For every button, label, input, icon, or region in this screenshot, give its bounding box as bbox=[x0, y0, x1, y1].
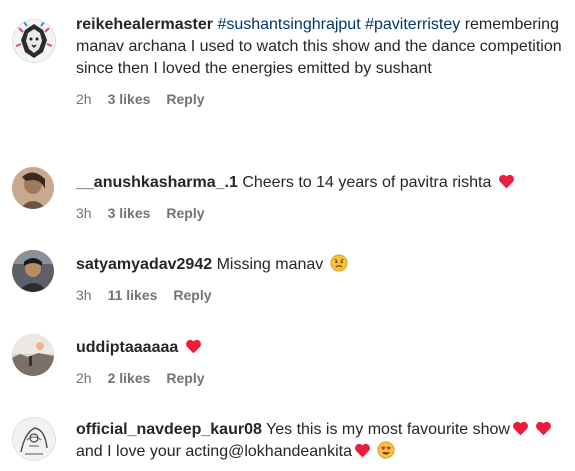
avatar[interactable] bbox=[12, 250, 54, 292]
red-heart-icon bbox=[185, 339, 201, 354]
comment-meta: 3h 3 likes Reply bbox=[76, 204, 563, 222]
comment-likes[interactable]: 3 likes bbox=[108, 204, 151, 222]
comment-text: Cheers to 14 years of pavitra rishta bbox=[242, 174, 492, 191]
sad-face-emoji-icon bbox=[330, 254, 348, 272]
comment-hashtags[interactable]: #sushantsinghrajput #paviterristey bbox=[217, 16, 460, 33]
comment-likes[interactable]: 2 likes bbox=[108, 369, 151, 387]
lion-avatar-icon bbox=[13, 20, 55, 62]
reply-button[interactable]: Reply bbox=[166, 369, 204, 387]
sketch-avatar-icon bbox=[13, 418, 55, 460]
reply-button[interactable]: Reply bbox=[166, 90, 204, 108]
avatar[interactable] bbox=[12, 417, 56, 461]
comment-time[interactable]: 3h bbox=[76, 286, 92, 304]
red-heart-icon bbox=[513, 421, 528, 436]
avatar[interactable] bbox=[12, 334, 54, 376]
comment-time[interactable]: 3h bbox=[76, 204, 92, 222]
comment-text: Missing manav bbox=[216, 256, 324, 273]
comment-text-continued: and I love your acting@lokhandeankita bbox=[76, 443, 352, 460]
profile-photo-icon bbox=[12, 250, 54, 292]
red-heart-icon bbox=[498, 174, 514, 189]
comment-username[interactable]: satyamyadav2942 bbox=[76, 256, 212, 273]
comment-body: uddiptaaaaaa 2h 2 likes Reply bbox=[76, 337, 563, 387]
heart-eyes-emoji-icon bbox=[377, 441, 395, 459]
profile-photo-icon bbox=[12, 167, 54, 209]
comment-text: Yes this is my most favourite show bbox=[266, 421, 510, 438]
reply-button[interactable]: Reply bbox=[173, 286, 211, 304]
comment-meta: 3h 11 likes Reply bbox=[76, 286, 563, 304]
comment-username[interactable]: __anushkasharma_.1 bbox=[76, 174, 238, 191]
red-heart-icon bbox=[536, 421, 552, 436]
comment-time[interactable]: 2h bbox=[76, 90, 92, 108]
comment-body: official_navdeep_kaur08 Yes this is my m… bbox=[76, 419, 563, 463]
comment-body: __anushkasharma_.1 Cheers to 14 years of… bbox=[76, 172, 563, 222]
avatar[interactable] bbox=[12, 167, 54, 209]
comment-meta: 2h 2 likes Reply bbox=[76, 369, 563, 387]
comment-likes[interactable]: 11 likes bbox=[108, 286, 158, 304]
reply-button[interactable]: Reply bbox=[166, 204, 204, 222]
comment-body: satyamyadav2942 Missing manav 3h 11 like… bbox=[76, 254, 563, 304]
red-heart-icon bbox=[355, 443, 370, 458]
comment-meta: 2h 3 likes Reply bbox=[76, 90, 563, 108]
comment-likes[interactable]: 3 likes bbox=[108, 90, 151, 108]
landscape-avatar-icon bbox=[12, 334, 54, 376]
comment-username[interactable]: uddiptaaaaaa bbox=[76, 339, 178, 356]
comment-time[interactable]: 2h bbox=[76, 369, 92, 387]
comment-username[interactable]: reikehealermaster bbox=[76, 16, 213, 33]
comment-body: reikehealermaster #sushantsinghrajput #p… bbox=[76, 14, 563, 108]
comment-username[interactable]: official_navdeep_kaur08 bbox=[76, 421, 262, 438]
avatar[interactable] bbox=[12, 19, 56, 63]
